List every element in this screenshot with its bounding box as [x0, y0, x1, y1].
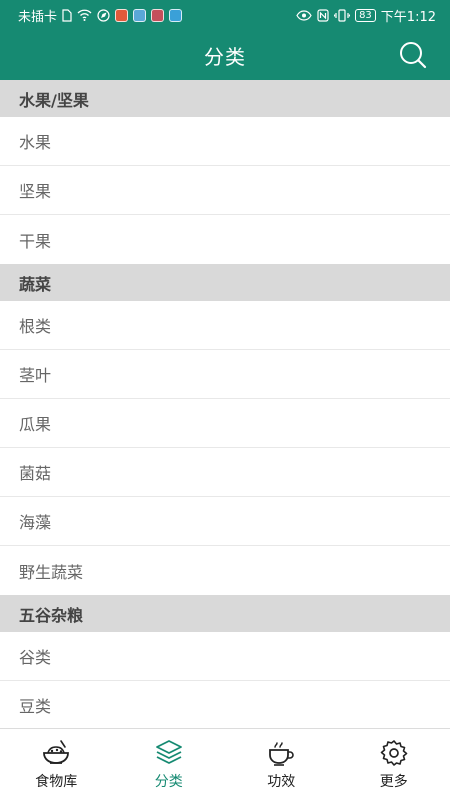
category-item-dried-fruit[interactable]: 干果: [0, 215, 450, 264]
app-notification-icon: [169, 8, 183, 22]
status-bar: 未插卡 83 下午1:12: [0, 0, 450, 30]
category-item-seaweed[interactable]: 海藻: [0, 497, 450, 546]
food-bowl-icon: [43, 740, 70, 764]
search-icon: [400, 42, 427, 69]
category-item-roots[interactable]: 根类: [0, 301, 450, 350]
teacup-icon: [269, 742, 294, 766]
tab-label: 食物库: [35, 774, 78, 790]
tab-label: 更多: [379, 774, 408, 790]
gear-icon: [380, 740, 408, 766]
wifi-icon: [77, 9, 92, 21]
tab-food-library[interactable]: 食物库: [0, 729, 113, 800]
carrier-text: 未插卡: [18, 9, 58, 25]
section-header-fruit-nuts: 水果/坚果: [0, 80, 450, 117]
category-item-mushrooms[interactable]: 菌菇: [0, 448, 450, 497]
clock: 下午1:12: [380, 9, 436, 25]
app-notification-icon: [133, 8, 147, 22]
app-header: 分类: [0, 30, 450, 80]
status-bar-right: 83 下午1:12: [296, 6, 436, 25]
battery-indicator: 83: [355, 8, 376, 22]
category-item-melons[interactable]: 瓜果: [0, 399, 450, 448]
layers-icon: [155, 740, 182, 764]
category-item-stems-leaves[interactable]: 茎叶: [0, 350, 450, 399]
category-item-cereals[interactable]: 谷类: [0, 632, 450, 681]
category-item-wild-vegetables[interactable]: 野生蔬菜: [0, 546, 450, 595]
search-button[interactable]: [398, 40, 428, 70]
section-header-vegetables: 蔬菜: [0, 264, 450, 301]
tab-categories[interactable]: 分类: [113, 729, 226, 800]
category-item-beans[interactable]: 豆类: [0, 681, 450, 728]
tab-more[interactable]: 更多: [338, 729, 450, 800]
category-item-fruit[interactable]: 水果: [0, 117, 450, 166]
sim-icon: [62, 8, 72, 22]
section-header-grains: 五谷杂粮: [0, 595, 450, 632]
tab-effects[interactable]: 功效: [225, 729, 338, 800]
category-item-nuts[interactable]: 坚果: [0, 166, 450, 215]
tab-label: 分类: [154, 774, 183, 790]
bottom-tab-bar: 食物库 分类 功效 更多: [0, 728, 450, 800]
status-bar-left: 未插卡: [18, 6, 183, 25]
nfc-icon: [317, 8, 329, 22]
vibrate-icon: [334, 8, 351, 22]
category-list[interactable]: 水果/坚果 水果 坚果 干果 蔬菜 根类 茎叶 瓜果 菌菇 海藻 野生蔬菜 五谷…: [0, 80, 450, 728]
compass-icon: [97, 8, 110, 22]
app-notification-icon: [115, 8, 129, 22]
eye-icon: [296, 9, 312, 21]
page-title: 分类: [204, 44, 246, 69]
tab-label: 功效: [267, 774, 296, 790]
app-notification-icon: [151, 8, 165, 22]
